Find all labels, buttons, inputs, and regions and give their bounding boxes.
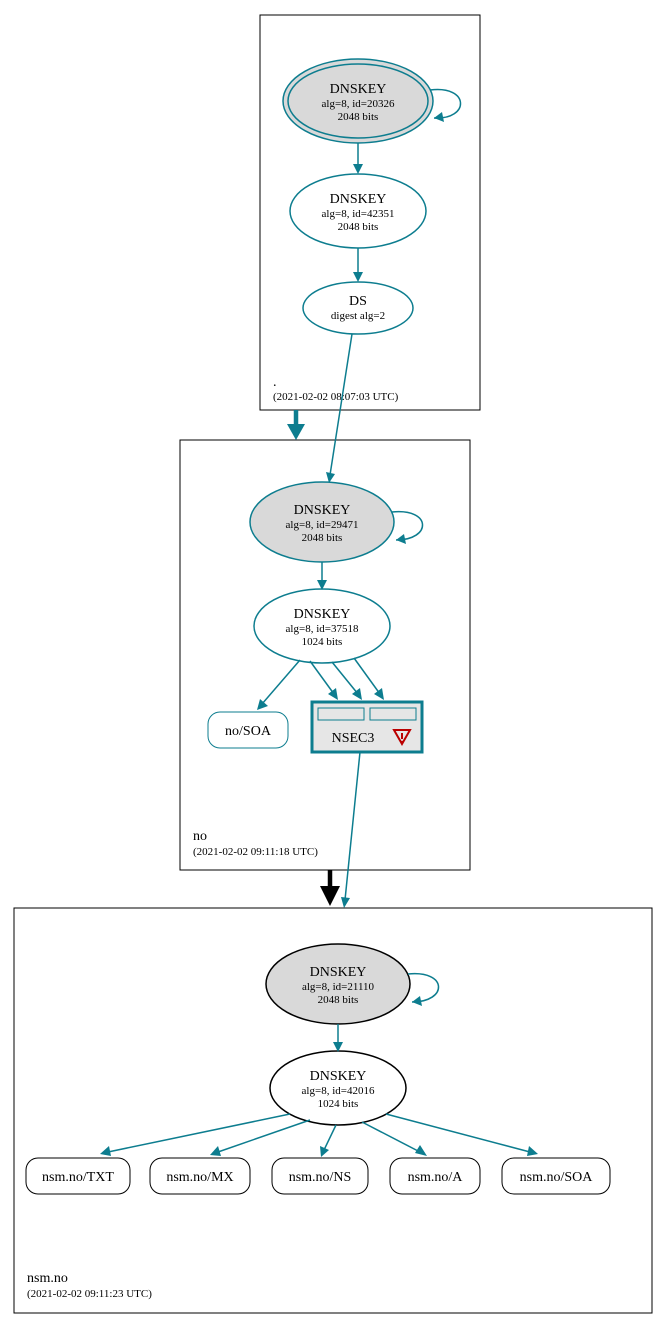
zone-root-name: . [273,375,277,390]
no-ksk-selfloop [392,512,423,540]
nsm-ksk-selfloop [408,974,439,1002]
root-ksk-selfloop [430,90,461,119]
arrow-ds-noksk [330,334,352,475]
no-zsk-l3: 1024 bits [302,636,343,648]
no-ksk-l2: alg=8, id=29471 [286,519,359,531]
no-soa-label: no/SOA [225,724,272,739]
nsm-rrsets: nsm.no/TXT nsm.no/MX nsm.no/NS nsm.no/A … [26,1158,610,1194]
svg-text:nsm.no/MX: nsm.no/MX [166,1170,233,1185]
zone-root-ts: (2021-02-02 08:07:03 UTC) [273,391,399,403]
zone-no-name: no [193,829,207,844]
nsm-zsk-title: DNSKEY [310,1069,367,1084]
no-ksk-l3: 2048 bits [302,532,343,544]
no-ksk-title: DNSKEY [294,503,351,518]
zone-nsm-name: nsm.no [27,1271,68,1286]
no-zsk-title: DNSKEY [294,607,351,622]
dnssec-diagram: . (2021-02-02 08:07:03 UTC) DNSKEY alg=8… [0,0,667,1326]
root-ds-l2: digest alg=2 [331,310,385,322]
root-ksk-l3: 2048 bits [338,111,379,123]
zone-nsm-ts: (2021-02-02 09:11:23 UTC) [27,1288,152,1300]
root-zsk-title: DNSKEY [330,192,387,207]
nsm-zsk-l3: 1024 bits [318,1098,359,1110]
root-ds-title: DS [349,294,367,309]
root-ksk-selfloop-head [434,112,444,122]
root-zsk-l2: alg=8, id=42351 [322,208,395,220]
no-nsec3-label: NSEC3 [332,731,375,746]
root-ksk-l2: alg=8, id=20326 [322,98,395,110]
root-zsk-l3: 2048 bits [338,221,379,233]
nsm-ksk-l3: 2048 bits [318,994,359,1006]
svg-text:nsm.no/TXT: nsm.no/TXT [42,1170,114,1185]
nsm-ksk-l2: alg=8, id=21110 [302,981,375,993]
root-ksk-title: DNSKEY [330,82,387,97]
no-zsk-l2: alg=8, id=37518 [286,623,359,635]
svg-text:nsm.no/A: nsm.no/A [408,1170,464,1185]
zone-no-ts: (2021-02-02 09:11:18 UTC) [193,846,318,858]
nsm-zsk-l2: alg=8, id=42016 [302,1085,375,1097]
arrow-nsec-nsm [345,752,360,900]
svg-text:nsm.no/NS: nsm.no/NS [289,1170,352,1185]
nsm-ksk-title: DNSKEY [310,965,367,980]
svg-text:nsm.no/SOA: nsm.no/SOA [520,1170,594,1185]
